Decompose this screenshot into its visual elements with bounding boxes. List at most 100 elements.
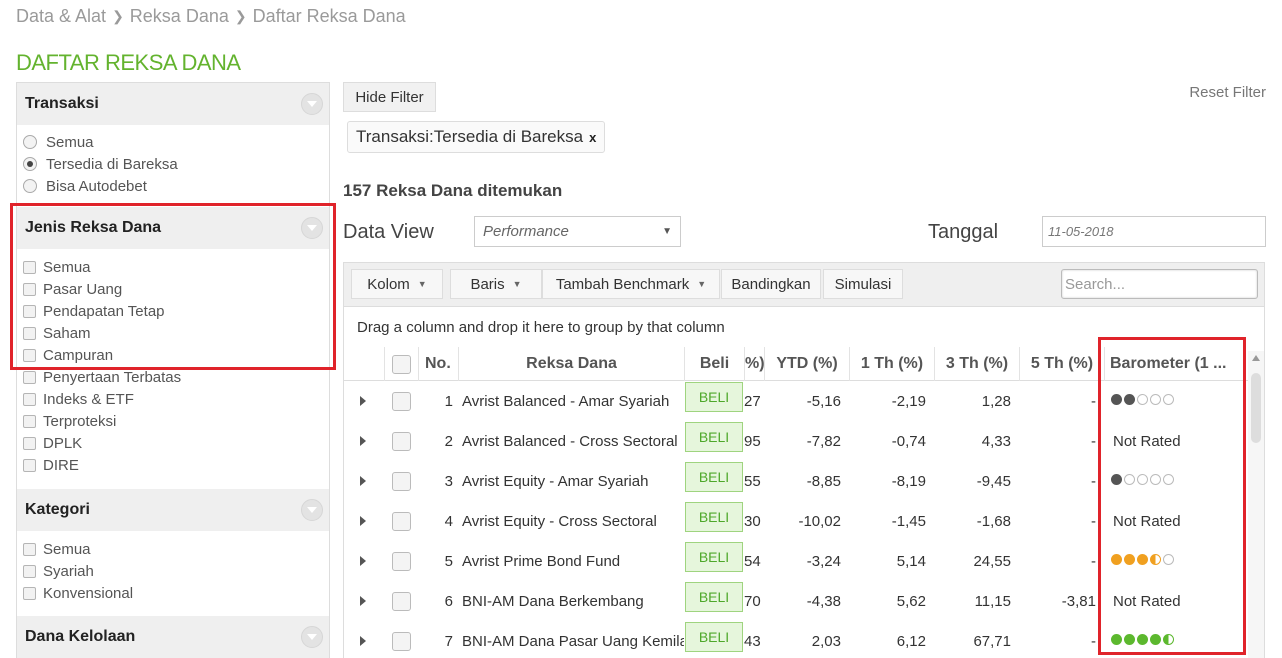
checkbox[interactable] bbox=[23, 392, 36, 406]
section-header-kategori[interactable]: Kategori bbox=[17, 489, 329, 531]
column-header-barometer[interactable]: Barometer (1 ... bbox=[1104, 347, 1246, 381]
row-checkbox[interactable] bbox=[391, 471, 411, 491]
column-header-3th[interactable]: 3 Th (%) bbox=[934, 347, 1019, 381]
beli-button[interactable]: BELI bbox=[685, 502, 743, 532]
breadcrumb-item[interactable]: Reksa Dana bbox=[130, 6, 229, 27]
beli-button[interactable]: BELI bbox=[685, 542, 743, 572]
expand-arrow-icon[interactable] bbox=[360, 436, 366, 446]
scroll-up-icon[interactable] bbox=[1252, 355, 1260, 361]
section-header-jenis[interactable]: Jenis Reksa Dana bbox=[17, 207, 329, 249]
checkbox-option[interactable]: Konvensional bbox=[23, 582, 329, 604]
radio-button[interactable] bbox=[23, 135, 37, 149]
row-checkbox[interactable] bbox=[391, 511, 411, 531]
close-icon[interactable]: x bbox=[589, 130, 596, 145]
checkbox-option[interactable]: Semua bbox=[23, 256, 329, 278]
checkbox[interactable] bbox=[23, 414, 36, 428]
expand-arrow-icon[interactable] bbox=[360, 636, 366, 646]
beli-button[interactable]: BELI bbox=[685, 622, 743, 652]
cell-th3: 67,71 bbox=[973, 632, 1011, 650]
expand-arrow-icon[interactable] bbox=[360, 396, 366, 406]
checkbox-option[interactable]: Pendapatan Tetap bbox=[23, 300, 329, 322]
row-checkbox[interactable] bbox=[391, 631, 411, 651]
row-checkbox[interactable] bbox=[391, 591, 411, 611]
checkbox-option[interactable]: Semua bbox=[23, 538, 329, 560]
beli-button[interactable]: BELI bbox=[685, 422, 743, 452]
checkbox[interactable] bbox=[23, 348, 36, 362]
beli-button[interactable]: BELI bbox=[685, 382, 743, 412]
date-input[interactable]: 11-05-2018 bbox=[1042, 216, 1266, 247]
beli-button[interactable]: BELI bbox=[685, 582, 743, 612]
checkbox-option[interactable]: Campuran bbox=[23, 344, 329, 366]
checkbox[interactable] bbox=[23, 370, 36, 384]
column-header-5th[interactable]: 5 Th (%) bbox=[1019, 347, 1104, 381]
checkbox[interactable] bbox=[23, 260, 36, 274]
checkbox[interactable] bbox=[23, 586, 36, 600]
expand-arrow-icon[interactable] bbox=[360, 556, 366, 566]
table-row[interactable]: 3 Avrist Equity - Amar Syariah 55 -8,85 -8,1… bbox=[344, 461, 1264, 501]
checkbox[interactable] bbox=[23, 304, 36, 318]
cell-partial: 95 bbox=[744, 432, 761, 450]
radio-button[interactable] bbox=[23, 157, 37, 171]
table-row[interactable]: 5 Avrist Prime Bond Fund 54 -3,24 5,14 24,55 -… bbox=[344, 541, 1264, 581]
checkbox[interactable] bbox=[23, 436, 36, 450]
tambah-benchmark-button[interactable]: Tambah Benchmark ▼ bbox=[542, 269, 720, 299]
data-view-select[interactable]: Performance ▼ bbox=[474, 216, 681, 247]
reset-filter-link[interactable]: Reset Filter bbox=[1189, 84, 1266, 101]
checkbox[interactable] bbox=[23, 564, 36, 578]
expand-arrow-icon[interactable] bbox=[360, 596, 366, 606]
kolom-button[interactable]: Kolom ▼ bbox=[351, 269, 443, 299]
hide-filter-button[interactable]: Hide Filter bbox=[343, 82, 436, 112]
column-header-name[interactable]: Reksa Dana bbox=[458, 347, 684, 381]
vertical-scrollbar[interactable] bbox=[1248, 351, 1264, 658]
checkbox-option[interactable]: Syariah bbox=[23, 560, 329, 582]
checkbox-option[interactable]: Terproteksi bbox=[23, 410, 329, 432]
checkbox-option[interactable]: DIRE bbox=[23, 454, 329, 476]
radio-option-tersedia[interactable]: Tersedia di Bareksa bbox=[23, 153, 329, 175]
group-drop-zone[interactable]: Drag a column and drop it here to group … bbox=[344, 307, 1264, 347]
simulasi-button[interactable]: Simulasi bbox=[823, 269, 903, 299]
row-checkbox[interactable] bbox=[391, 391, 411, 411]
chevron-down-icon[interactable] bbox=[301, 93, 323, 115]
expand-arrow-icon[interactable] bbox=[360, 516, 366, 526]
select-all-checkbox[interactable] bbox=[392, 354, 411, 374]
table-row[interactable]: 7 BNI-AM Dana Pasar Uang Kemila 43 2,03 6,12… bbox=[344, 621, 1264, 658]
checkbox[interactable] bbox=[23, 282, 36, 296]
option-label: Tersedia di Bareksa bbox=[46, 155, 178, 173]
checkbox[interactable] bbox=[23, 326, 36, 340]
radio-option-semua[interactable]: Semua bbox=[23, 131, 329, 153]
row-checkbox[interactable] bbox=[391, 431, 411, 451]
radio-option-autodebet[interactable]: Bisa Autodebet bbox=[23, 175, 329, 197]
chevron-down-icon[interactable] bbox=[301, 626, 323, 648]
baris-button[interactable]: Baris ▼ bbox=[450, 269, 542, 299]
table-row[interactable]: 2 Avrist Balanced - Cross Sectoral 95 -7,82… bbox=[344, 421, 1264, 461]
column-header-1th[interactable]: 1 Th (%) bbox=[849, 347, 934, 381]
checkbox-option[interactable]: Pasar Uang bbox=[23, 278, 329, 300]
rating-dot-empty bbox=[1163, 473, 1174, 485]
section-header-transaksi[interactable]: Transaksi bbox=[17, 83, 329, 125]
column-header-partial[interactable]: %) bbox=[744, 347, 764, 381]
column-header-ytd[interactable]: YTD (%) bbox=[764, 347, 849, 381]
section-header-dana-kelolaan[interactable]: Dana Kelolaan bbox=[17, 616, 329, 658]
checkbox[interactable] bbox=[23, 458, 36, 472]
chevron-down-icon[interactable] bbox=[301, 217, 323, 239]
column-header-beli[interactable]: Beli bbox=[684, 347, 744, 381]
beli-button[interactable]: BELI bbox=[685, 462, 743, 492]
bandingkan-button[interactable]: Bandingkan bbox=[721, 269, 821, 299]
checkbox-option[interactable]: Penyertaan Terbatas bbox=[23, 366, 329, 388]
checkbox[interactable] bbox=[23, 542, 36, 556]
button-label: Tambah Benchmark bbox=[555, 275, 690, 293]
table-row[interactable]: 6 BNI-AM Dana Berkembang 70 -4,38 5,62 11,15 -… bbox=[344, 581, 1264, 621]
column-header-no[interactable]: No. bbox=[418, 347, 458, 381]
breadcrumb-item[interactable]: Data & Alat bbox=[16, 6, 106, 27]
search-input[interactable]: Search... bbox=[1061, 269, 1258, 299]
checkbox-option[interactable]: DPLK bbox=[23, 432, 329, 454]
scroll-thumb[interactable] bbox=[1251, 373, 1261, 443]
checkbox-option[interactable]: Saham bbox=[23, 322, 329, 344]
expand-arrow-icon[interactable] bbox=[360, 476, 366, 486]
table-row[interactable]: 4 Avrist Equity - Cross Sectoral 30 -10,02 -… bbox=[344, 501, 1264, 541]
checkbox-option[interactable]: Indeks & ETF bbox=[23, 388, 329, 410]
table-row[interactable]: 1 Avrist Balanced - Amar Syariah 27 -5,16 -2… bbox=[344, 381, 1264, 421]
row-checkbox[interactable] bbox=[391, 551, 411, 571]
chevron-down-icon[interactable] bbox=[301, 499, 323, 521]
radio-button[interactable] bbox=[23, 179, 37, 193]
